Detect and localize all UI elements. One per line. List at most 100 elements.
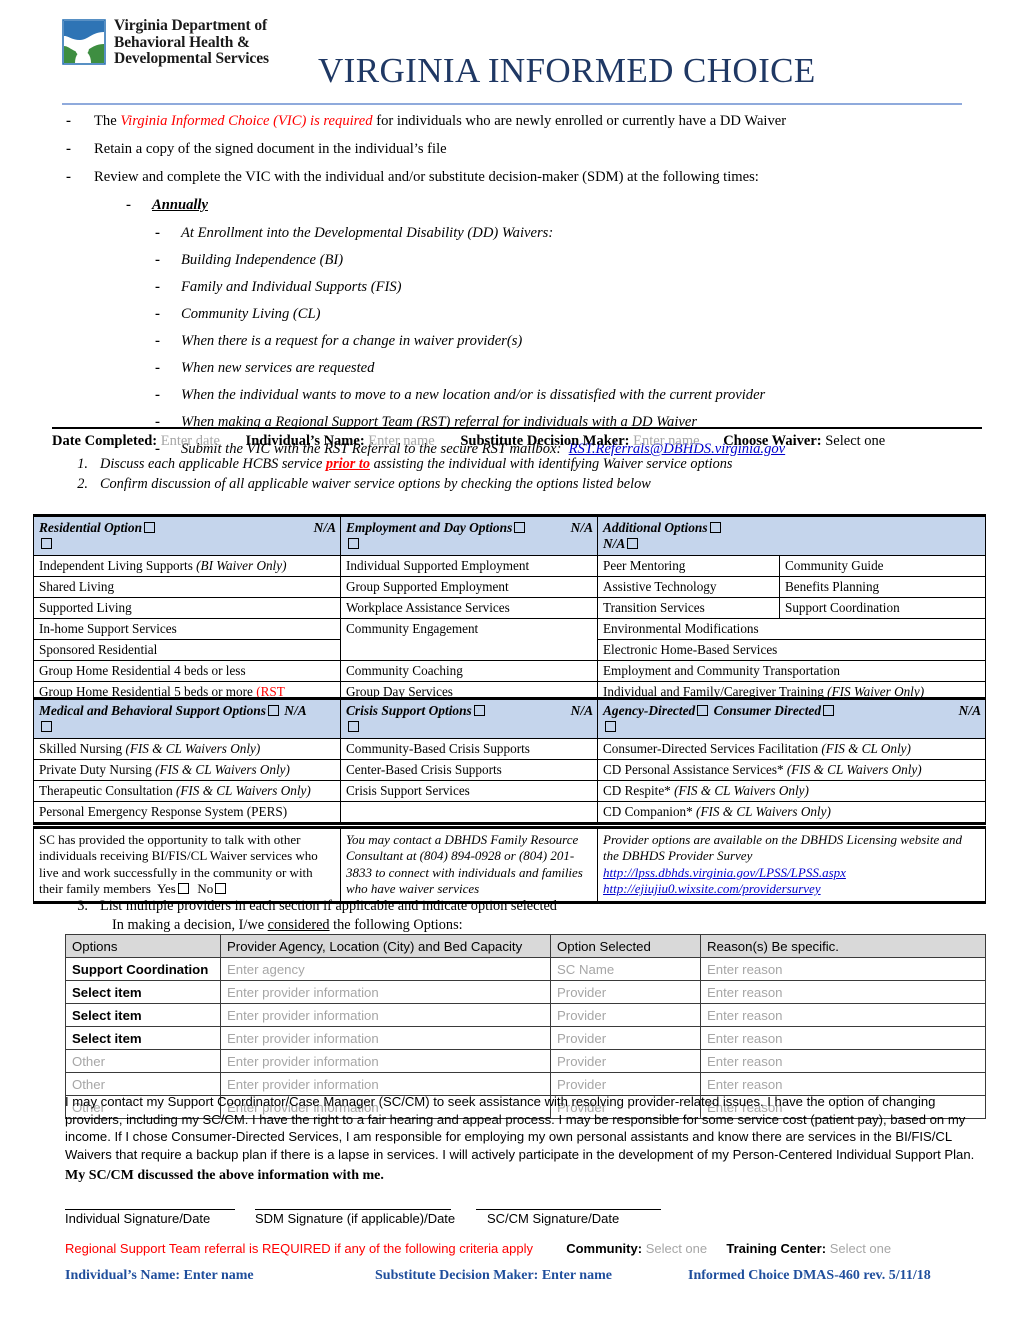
signature-label-sccm: SC/CM Signature/Date	[487, 1211, 620, 1226]
community-select[interactable]: Select one	[646, 1241, 707, 1256]
option-cell[interactable]: Private Duty Nursing (FIS & CL Waivers O…	[33, 759, 341, 781]
option-cell[interactable]: Support Coordination	[779, 597, 986, 619]
table-row: Select item Enter provider information P…	[65, 1026, 986, 1050]
residential-na-label: N/A	[313, 520, 336, 535]
annually-bullet: - Annually	[126, 196, 1020, 215]
residential-option-checkbox[interactable]	[144, 522, 156, 533]
option-cell[interactable]: Employment and Community Transportation	[597, 660, 986, 682]
instruction-3-text: List multiple providers in each section …	[100, 898, 557, 914]
crisis-option-checkbox[interactable]	[473, 705, 485, 716]
provider-agency-field[interactable]: Enter agency	[220, 957, 551, 981]
option-cell[interactable]: Consumer-Directed Services Facilitation …	[597, 738, 986, 760]
community-label: Community:	[566, 1241, 643, 1256]
rst-requirement-line: Regional Support Team referral is REQUIR…	[65, 1241, 891, 1256]
option-cell[interactable]: Workplace Assistance Services	[340, 597, 598, 619]
option-cell[interactable]: CD Respite* (FIS & CL Waivers Only)	[597, 780, 986, 802]
training-center-select[interactable]: Select one	[830, 1241, 891, 1256]
option-cell[interactable]: Individual Supported Employment	[340, 555, 598, 577]
options-header-row-2: Medical and Behavioral Support Options N…	[33, 697, 986, 739]
option-cell[interactable]: In-home Support Services	[33, 618, 341, 640]
option-cell[interactable]: CD Personal Assistance Services* (FIS & …	[597, 759, 986, 781]
option-cell[interactable]: Sponsored Residential	[33, 639, 341, 661]
option-selected-field[interactable]: Provider	[550, 1003, 701, 1027]
option-cell[interactable]: Community Guide	[779, 555, 986, 577]
title-divider	[62, 103, 962, 105]
provider-option-select[interactable]: Select item	[65, 1003, 221, 1027]
option-cell[interactable]: Therapeutic Consultation (FIS & CL Waive…	[33, 780, 341, 802]
option-cell[interactable]: Center-Based Crisis Supports	[340, 759, 598, 781]
reason-field[interactable]: Enter reason	[700, 980, 986, 1004]
option-cell[interactable]: Environmental Modifications	[597, 618, 986, 640]
option-cell[interactable]	[340, 801, 598, 825]
agency-directed-checkbox[interactable]	[697, 705, 709, 716]
consumer-directed-checkbox[interactable]	[823, 705, 835, 716]
provider-agency-field[interactable]: Enter provider information	[220, 1049, 551, 1073]
option-cell[interactable]: Group Supported Employment	[340, 576, 598, 598]
option-selected-field[interactable]: SC Name	[550, 957, 701, 981]
provider-agency-field[interactable]: Enter provider information	[220, 1003, 551, 1027]
additional-option-checkbox[interactable]	[709, 522, 721, 533]
residential-na-checkbox[interactable]	[41, 538, 52, 549]
option-cell[interactable]: Community Engagement	[340, 618, 598, 661]
medical-behavioral-header: Medical and Behavioral Support Options N…	[33, 697, 341, 739]
option-cell[interactable]: Crisis Support Services	[340, 780, 598, 802]
option-cell[interactable]: CD Companion* (FIS & CL Waivers Only)	[597, 801, 986, 825]
table-row: Select item Enter provider information P…	[65, 1003, 986, 1027]
sub-bullet-4: - When there is a request for a change i…	[155, 332, 1020, 351]
medical-option-checkbox[interactable]	[267, 705, 279, 716]
provider-agency-field[interactable]: Enter provider information	[220, 1026, 551, 1050]
no-checkbox[interactable]	[215, 883, 227, 895]
provider-option-select[interactable]: Select item	[65, 980, 221, 1004]
option-selected-field[interactable]: Provider	[550, 980, 701, 1004]
sdm-field[interactable]: Enter name	[633, 433, 699, 449]
provider-agency-field[interactable]: Enter provider information	[220, 980, 551, 1004]
provider-options-table: Options Provider Agency, Location (City)…	[65, 934, 986, 1119]
employment-option-checkbox[interactable]	[514, 522, 526, 533]
provider-survey-link[interactable]: http://ejiujiu0.wixsite.com/providersurv…	[603, 881, 821, 896]
signature-line-individual[interactable]	[65, 1209, 235, 1210]
option-cell[interactable]: Group Home Residential 4 beds or less	[33, 660, 341, 682]
option-cell[interactable]: Transition Services	[597, 597, 780, 619]
option-cell[interactable]: Personal Emergency Response System (PERS…	[33, 801, 341, 825]
reason-field[interactable]: Enter reason	[700, 957, 986, 981]
footer-sdm-name: Substitute Decision Maker: Enter name	[375, 1268, 612, 1283]
residential-option-header: Residential Option N/A	[33, 514, 341, 556]
choose-waiver-select[interactable]: Select one	[825, 433, 885, 449]
reason-field[interactable]: Enter reason	[700, 1003, 986, 1027]
lpss-link[interactable]: http://lpss.dbhds.virginia.gov/LPSS/LPSS…	[603, 865, 846, 880]
option-cell[interactable]: Skilled Nursing (FIS & CL Waivers Only)	[33, 738, 341, 760]
option-cell[interactable]: Benefits Planning	[779, 576, 986, 598]
option-cell[interactable]: Community Coaching	[340, 660, 598, 682]
option-cell[interactable]: Peer Mentoring	[597, 555, 780, 577]
signature-line-sccm[interactable]	[476, 1209, 661, 1210]
option-cell[interactable]: Electronic Home-Based Services	[597, 639, 986, 661]
option-cell[interactable]: Shared Living	[33, 576, 341, 598]
additional-na-checkbox[interactable]	[627, 538, 639, 549]
date-completed-field[interactable]: Enter date	[161, 433, 220, 449]
reason-field[interactable]: Enter reason	[700, 1026, 986, 1050]
employment-na-label: N/A	[570, 520, 593, 535]
provider-option-select[interactable]: Select item	[65, 1026, 221, 1050]
family-resource-consultant-cell: You may contact a DBHDS Family Resource …	[340, 826, 598, 904]
option-cell[interactable]: Assistive Technology	[597, 576, 780, 598]
agency-consumer-na-checkbox[interactable]	[605, 721, 616, 732]
option-cell[interactable]: Community-Based Crisis Supports	[340, 738, 598, 760]
option-cell[interactable]: Independent Living Supports (BI Waiver O…	[33, 555, 341, 577]
column-header-agency: Provider Agency, Location (City) and Bed…	[220, 934, 551, 958]
signature-line-sdm[interactable]	[255, 1209, 451, 1210]
reason-field[interactable]: Enter reason	[700, 1049, 986, 1073]
option-selected-field[interactable]: Provider	[550, 1026, 701, 1050]
provider-option-select[interactable]: Support Coordination	[65, 957, 221, 981]
instruction-2-text: Confirm discussion of all applicable wai…	[100, 475, 651, 492]
medical-na-checkbox[interactable]	[41, 721, 52, 732]
employment-na-checkbox[interactable]	[348, 538, 359, 549]
option-cell[interactable]: Supported Living	[33, 597, 341, 619]
intro-bullet-3-text: Review and complete the VIC with the ind…	[94, 169, 759, 185]
option-selected-field[interactable]: Provider	[550, 1049, 701, 1073]
dbhds-logo: Virginia Department of Behavioral Health…	[62, 17, 269, 70]
logo-line-3: Developmental Services	[114, 50, 269, 68]
individual-name-field[interactable]: Enter name	[368, 433, 434, 449]
provider-option-select[interactable]: Other	[65, 1049, 221, 1073]
yes-checkbox[interactable]	[177, 883, 189, 895]
crisis-na-checkbox[interactable]	[348, 721, 359, 732]
